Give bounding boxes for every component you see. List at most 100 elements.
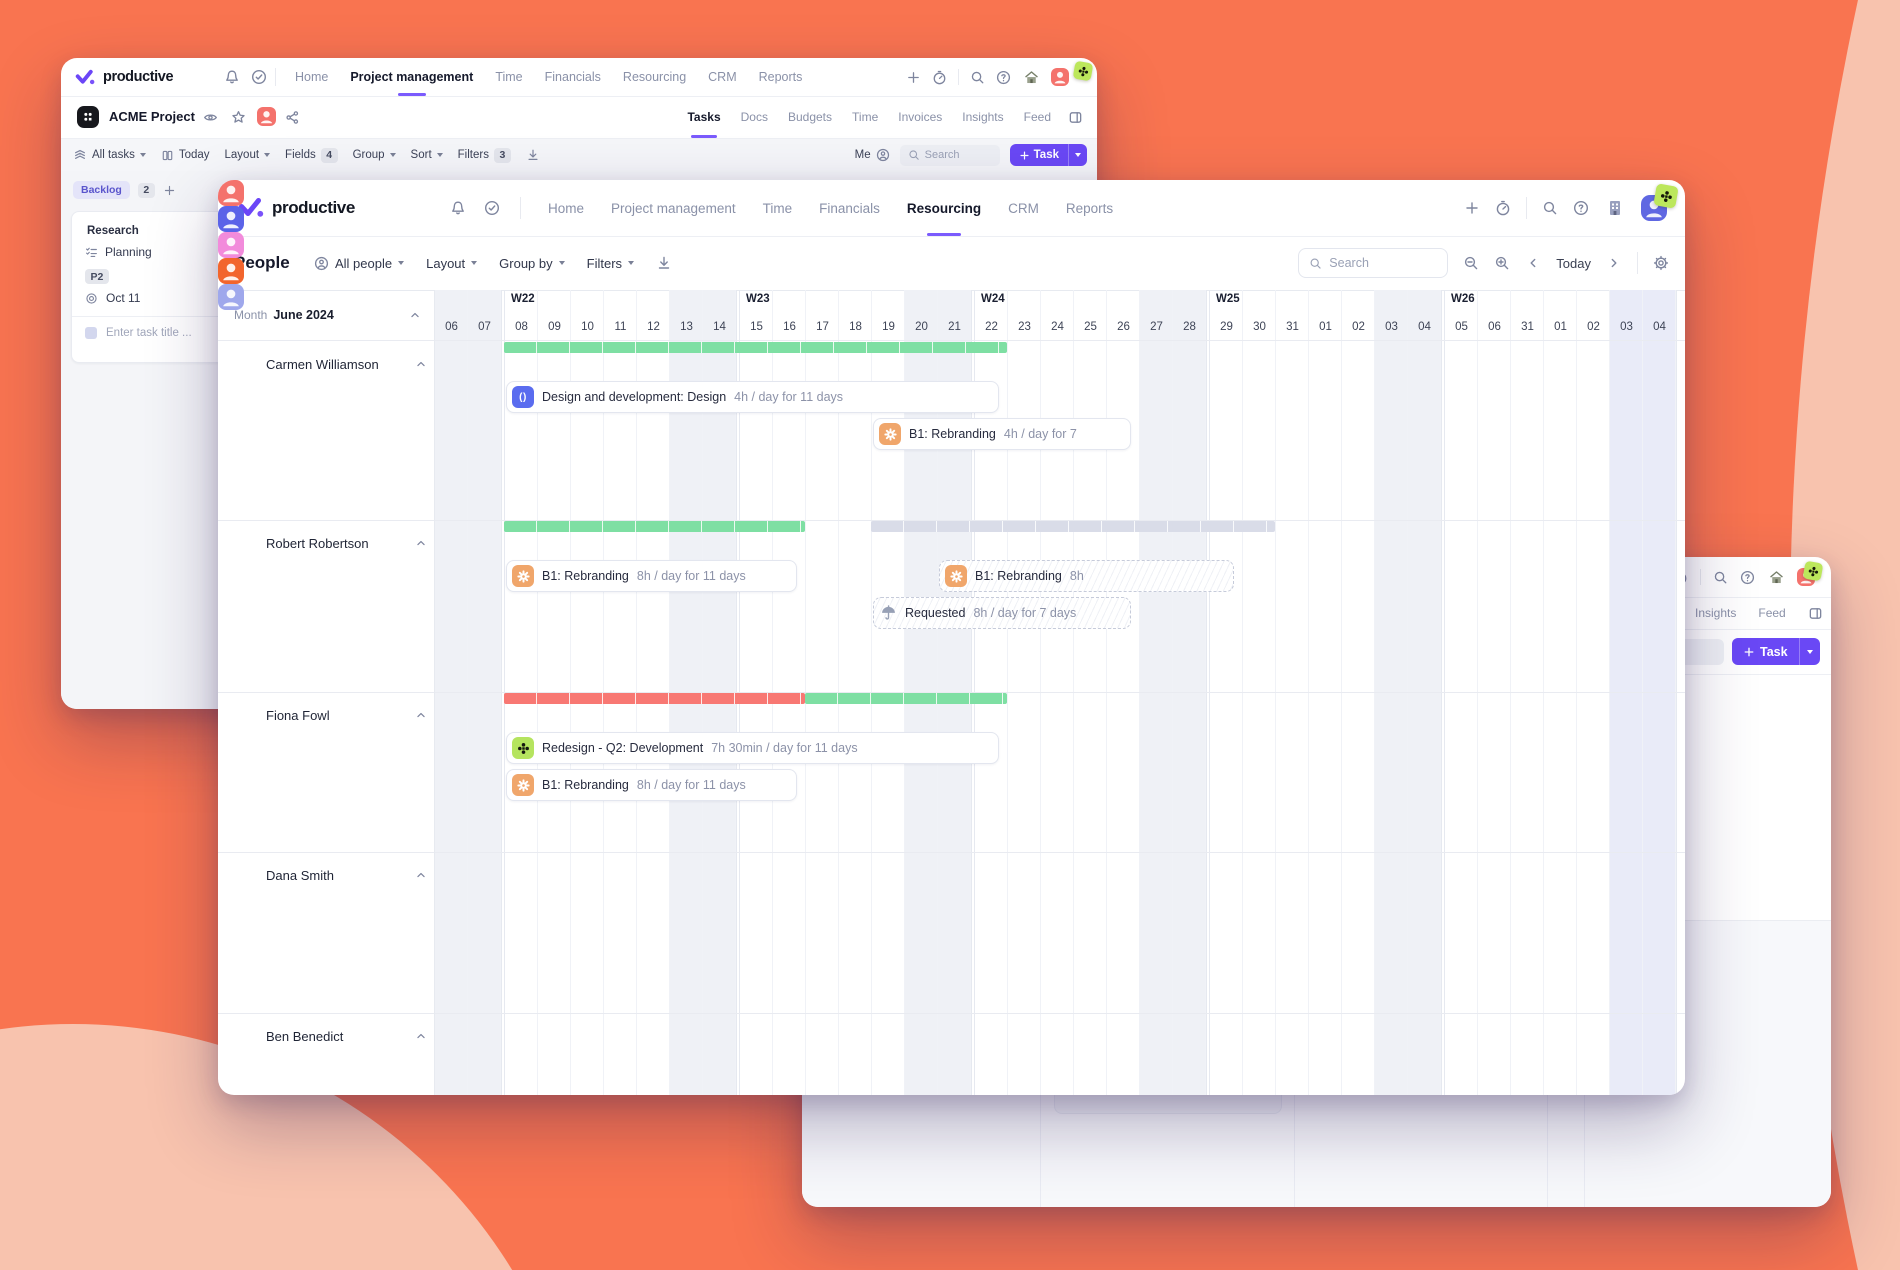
tab-insights[interactable]: Insights <box>1695 597 1736 629</box>
nav-home[interactable]: Home <box>295 58 328 96</box>
tab-insights[interactable]: Insights <box>962 96 1003 138</box>
all-tasks-dropdown[interactable]: All tasks <box>73 148 146 162</box>
booking-card[interactable]: B1: Rebranding4h / day for 7 <box>873 418 1131 450</box>
sort-dropdown[interactable]: Sort <box>411 149 443 161</box>
day-label: 03 <box>1610 317 1643 337</box>
day-label: 24 <box>1041 317 1074 337</box>
nav-resourcing[interactable]: Resourcing <box>623 58 686 96</box>
add-card-plus-icon[interactable] <box>163 184 176 197</box>
tab-feed[interactable]: Feed <box>1758 597 1785 629</box>
sprint-target-icon <box>85 292 98 305</box>
new-task-placeholder[interactable]: Enter task title ... <box>106 327 192 339</box>
booking-card[interactable]: Redesign - Q2: Development7h 30min / day… <box>506 732 999 764</box>
nav-crm[interactable]: CRM <box>708 58 736 96</box>
side-panel-icon[interactable] <box>1808 606 1823 621</box>
person-name: Carmen Williamson <box>266 357 379 372</box>
day-label: 22 <box>975 317 1008 337</box>
tasks-toolbar: All tasks Today Layout Fields4 Group Sor… <box>61 138 1097 172</box>
collapse-chevron-icon[interactable] <box>414 1029 428 1043</box>
notifications-bell-icon[interactable] <box>224 69 240 85</box>
favorite-star-icon[interactable] <box>231 110 246 125</box>
booking-card[interactable]: ()Design and development: Design4h / day… <box>506 381 999 413</box>
side-panel-icon[interactable] <box>1068 110 1083 125</box>
task-title[interactable]: Planning <box>105 245 152 259</box>
productive-logo[interactable]: productive <box>75 58 173 96</box>
booking-card[interactable]: B1: Rebranding8h / day for 11 days <box>506 560 797 592</box>
day-label: 04 <box>1643 317 1676 337</box>
help-icon[interactable] <box>996 70 1011 85</box>
filters-button[interactable]: Filters3 <box>458 148 511 163</box>
extension-badge-icon <box>1803 561 1824 582</box>
app-header: productive Home Project management Time … <box>61 58 1097 97</box>
avatar <box>218 284 244 310</box>
search-icon[interactable] <box>970 70 985 85</box>
day-label: 17 <box>806 317 839 337</box>
group-dropdown[interactable]: Group <box>353 149 396 161</box>
export-download-icon[interactable] <box>526 148 540 162</box>
help-icon[interactable] <box>1740 570 1755 585</box>
project-member-avatar[interactable] <box>257 107 276 126</box>
nav-reports[interactable]: Reports <box>759 58 803 96</box>
collapse-chevron-icon[interactable] <box>414 357 428 371</box>
search-icon[interactable] <box>1713 570 1728 585</box>
nav-project-management[interactable]: Project management <box>350 58 473 96</box>
tab-feed[interactable]: Feed <box>1024 96 1051 138</box>
day-label: 01 <box>1309 317 1342 337</box>
avatar <box>218 206 244 232</box>
divider <box>275 68 276 86</box>
row-divider <box>218 692 1685 693</box>
watch-eye-icon[interactable] <box>203 110 218 125</box>
me-filter[interactable]: Me <box>855 148 890 162</box>
layout-dropdown[interactable]: Layout <box>225 149 271 161</box>
project-gear-icon <box>512 565 534 587</box>
workspace-house-icon[interactable] <box>1022 68 1040 86</box>
add-task-dropdown[interactable] <box>1069 144 1087 166</box>
day-label: 19 <box>872 317 905 337</box>
tab-tasks[interactable]: Tasks <box>687 96 720 138</box>
tab-budgets[interactable]: Budgets <box>788 96 832 138</box>
booking-card[interactable]: B1: Rebranding8h / day for 11 days <box>506 769 797 801</box>
nav-financials[interactable]: Financials <box>545 58 601 96</box>
tab-docs[interactable]: Docs <box>741 96 768 138</box>
booking-card[interactable]: B1: Rebranding8h <box>939 560 1234 592</box>
today-view-button[interactable]: Today <box>161 149 210 162</box>
task-tag-badge: P2 <box>85 269 109 284</box>
week-label: W26 <box>1451 293 1475 305</box>
capacity-bar-green[interactable] <box>504 342 1007 353</box>
new-task-checkbox[interactable] <box>85 327 97 339</box>
booking-allocation: 8h / day for 7 days <box>973 606 1076 620</box>
fields-button[interactable]: Fields4 <box>285 148 338 163</box>
extension-badge-icon <box>1653 183 1678 208</box>
my-work-check-icon[interactable] <box>251 69 267 85</box>
add-task-button[interactable]: Task <box>1010 144 1087 166</box>
tasks-search-input[interactable]: Search <box>900 145 1000 166</box>
capacity-bar-green[interactable] <box>805 693 1007 704</box>
tab-invoices[interactable]: Invoices <box>898 96 942 138</box>
capacity-bar-gray[interactable] <box>871 521 1275 532</box>
add-task-dropdown[interactable] <box>1800 638 1820 665</box>
create-plus-icon[interactable] <box>906 70 921 85</box>
capacity-bar-green[interactable] <box>504 521 805 532</box>
backlog-group-badge[interactable]: Backlog <box>73 181 130 199</box>
collapse-chevron-icon[interactable] <box>414 708 428 722</box>
user-avatar[interactable] <box>1051 68 1069 86</box>
booking-card[interactable]: Requested8h / day for 7 days <box>873 597 1131 629</box>
add-task-button[interactable]: Task <box>1732 638 1820 665</box>
collapse-chevron-icon[interactable] <box>414 536 428 550</box>
project-clover-icon <box>512 737 534 759</box>
nav-time[interactable]: Time <box>495 58 522 96</box>
booking-allocation: 8h / day for 11 days <box>637 569 746 583</box>
project-logo[interactable] <box>77 106 99 128</box>
backlog-count-badge: 2 <box>138 183 155 198</box>
task-card[interactable]: Research Planning P2 Oct 11 Enter task t… <box>71 211 241 363</box>
collapse-chevron-icon[interactable] <box>414 868 428 882</box>
share-icon[interactable] <box>285 110 300 125</box>
capacity-bar-red[interactable] <box>504 693 805 704</box>
day-label: 08 <box>505 317 538 337</box>
tab-time[interactable]: Time <box>852 96 878 138</box>
workspace-house-icon[interactable] <box>1767 568 1785 586</box>
week-label: W25 <box>1216 293 1240 305</box>
day-label: 31 <box>1276 317 1309 337</box>
timer-icon[interactable] <box>932 70 947 85</box>
day-label: 01 <box>1544 317 1577 337</box>
